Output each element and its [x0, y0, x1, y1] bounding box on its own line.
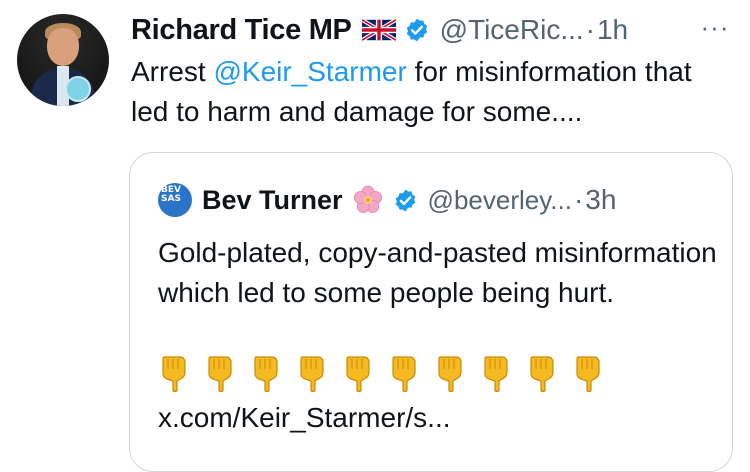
emoji-row: [158, 353, 618, 393]
separator: ·: [585, 14, 595, 45]
backhand-index-pointing-down-icon: [388, 353, 420, 393]
backhand-index-pointing-down-icon: [572, 353, 604, 393]
tweet-text-prefix: Arrest: [131, 56, 214, 87]
quote-timestamp[interactable]: 3h: [585, 184, 616, 216]
avatar-face: [47, 28, 79, 66]
tweet-header: Richard Tice MP @TiceRic... · 1h: [131, 10, 628, 50]
avatar-rosette: [65, 76, 91, 102]
uk-flag-icon: [360, 18, 397, 42]
avatar[interactable]: [17, 14, 109, 106]
backhand-index-pointing-down-icon: [204, 353, 236, 393]
quote-separator: ·: [573, 184, 584, 215]
quoted-tweet[interactable]: BEV SAS Bev Turner @beverley... · 3h Gol…: [129, 152, 733, 472]
timestamp[interactable]: 1h: [597, 14, 628, 46]
mention-link[interactable]: @Keir_Starmer: [213, 56, 406, 87]
backhand-index-pointing-down-icon: [342, 353, 374, 393]
backhand-index-pointing-down-icon: [158, 353, 190, 393]
quote-avatar-text: BEV SAS: [161, 185, 181, 204]
backhand-index-pointing-down-icon: [480, 353, 512, 393]
quote-author-name[interactable]: Bev Turner: [202, 185, 343, 216]
quote-link[interactable]: x.com/Keir_Starmer/s...: [158, 398, 451, 438]
cherry-blossom-icon: [353, 185, 383, 215]
backhand-index-pointing-down-icon: [250, 353, 282, 393]
backhand-index-pointing-down-icon: [526, 353, 558, 393]
verified-badge-icon[interactable]: [393, 188, 418, 213]
author-handle[interactable]: @TiceRic...: [440, 14, 584, 46]
quote-text: Gold-plated, copy-and-pasted misinformat…: [158, 237, 717, 308]
verified-badge-icon[interactable]: [404, 17, 430, 43]
tweet-text: Arrest @Keir_Starmer for misinformation …: [131, 52, 731, 132]
quote-avatar[interactable]: BEV SAS: [158, 183, 192, 217]
backhand-index-pointing-down-icon: [296, 353, 328, 393]
more-options-icon[interactable]: ···: [695, 12, 735, 42]
author-name[interactable]: Richard Tice MP: [131, 14, 352, 47]
quote-header: Bev Turner @beverley... · 3h: [202, 181, 616, 219]
backhand-index-pointing-down-icon: [434, 353, 466, 393]
quote-author-handle[interactable]: @beverley...: [428, 185, 572, 216]
